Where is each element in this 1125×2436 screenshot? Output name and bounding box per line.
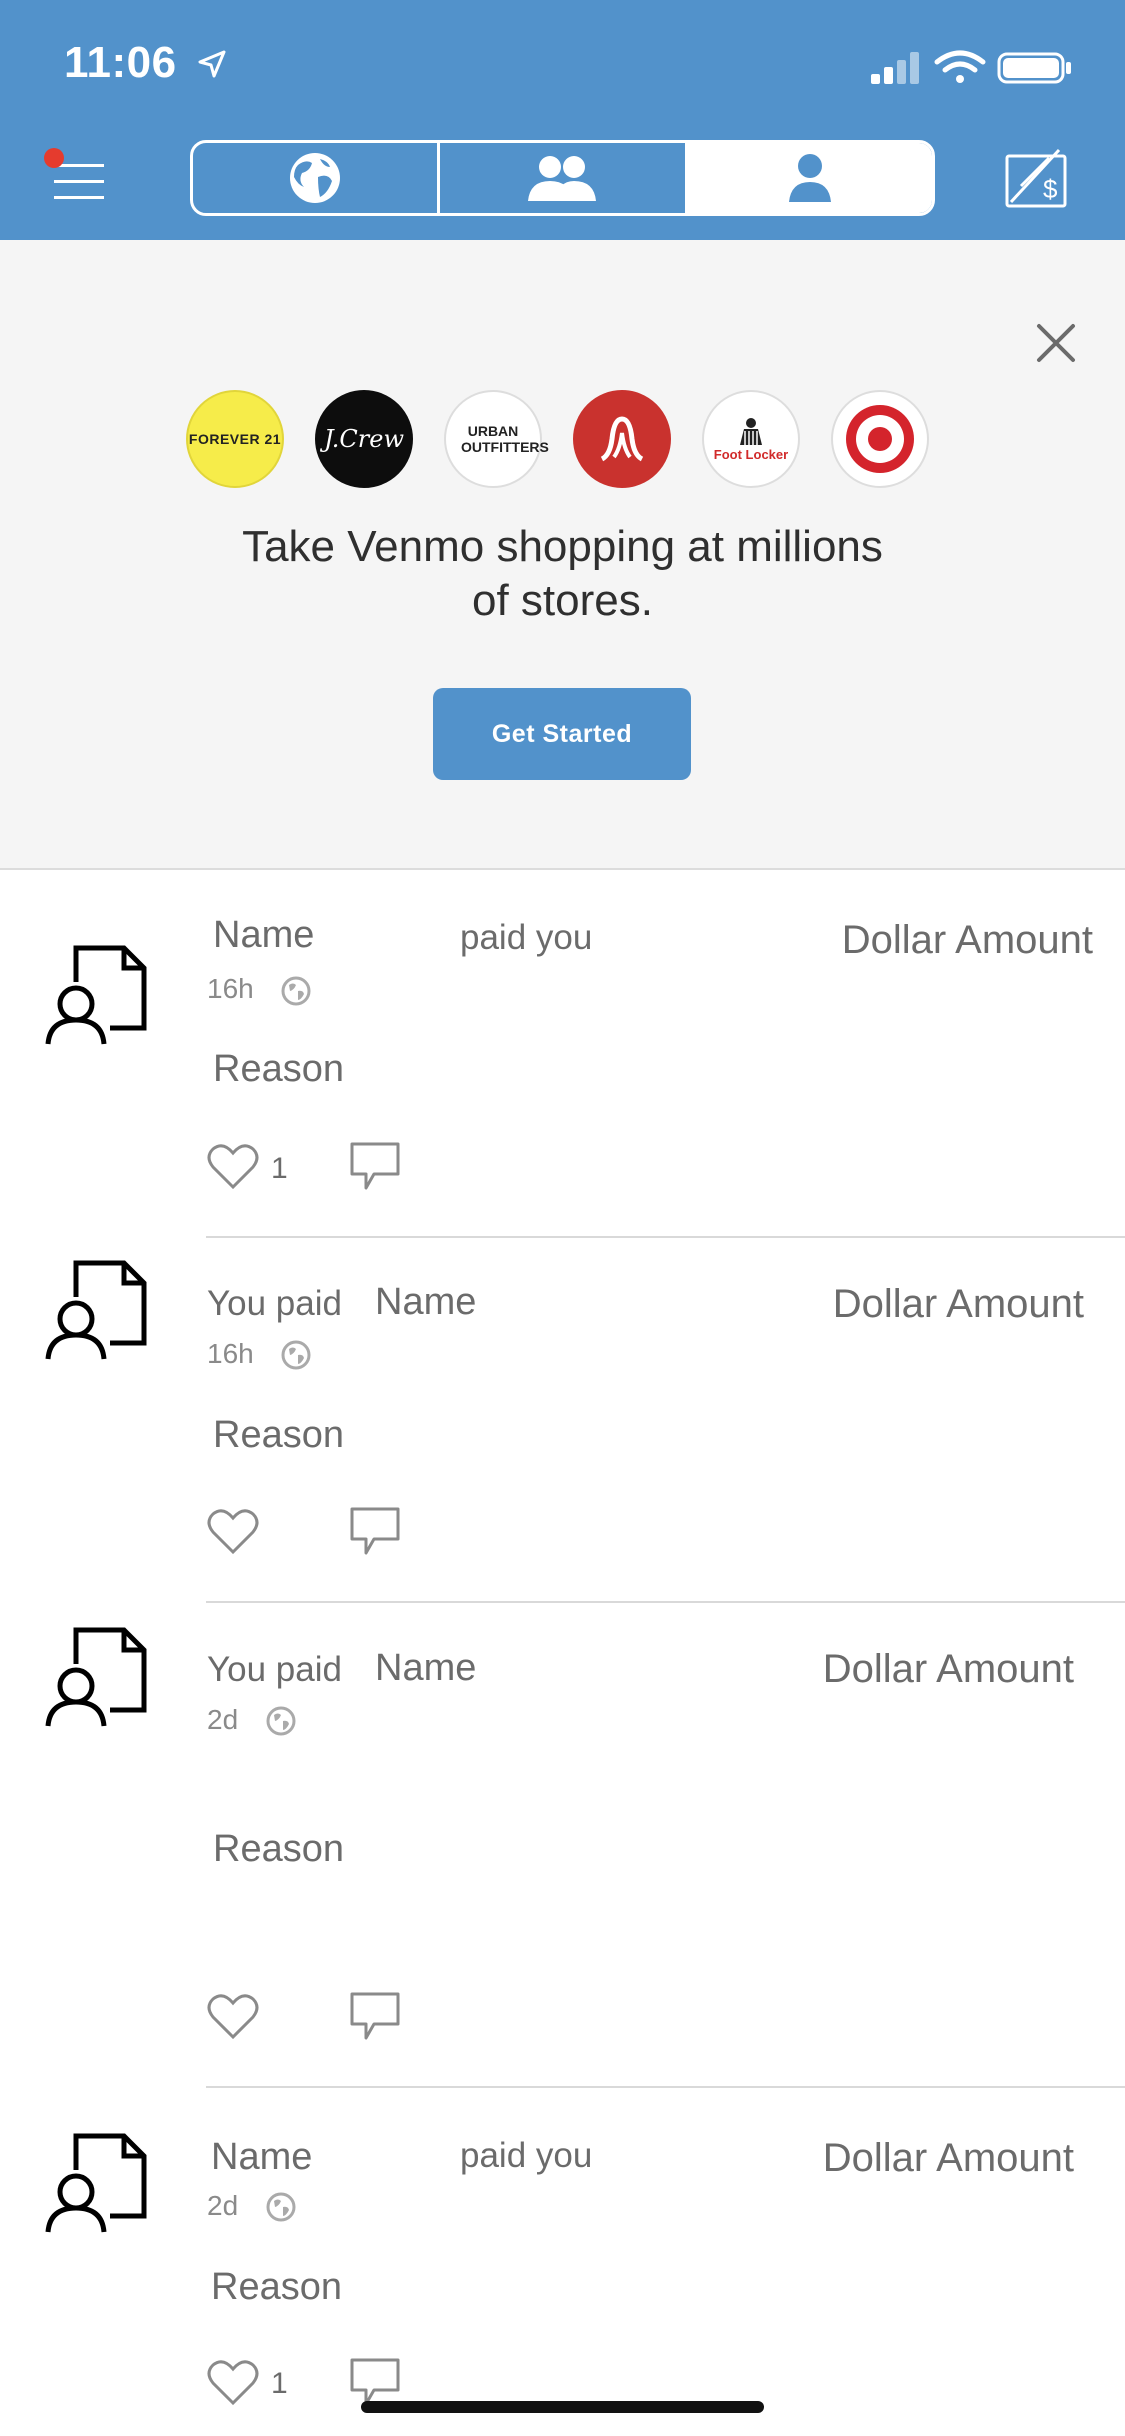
like-count: 1 — [271, 1152, 288, 1185]
svg-text:$: $ — [1043, 174, 1058, 204]
status-icons — [867, 48, 1077, 88]
cellular-signal-icon — [871, 52, 919, 84]
promo-headline-line1: Take Venmo shopping at millions — [242, 522, 883, 571]
status-time-text: 11:06 — [64, 38, 177, 87]
feed-divider — [206, 1236, 1125, 1238]
lululemon-icon — [573, 390, 671, 488]
battery-icon — [997, 52, 1071, 84]
jcrew-logo: J.Crew — [315, 390, 413, 488]
foot-locker-logo: Foot Locker — [702, 390, 800, 488]
dollar-amount: Dollar Amount — [841, 918, 1093, 962]
feed-divider — [206, 2086, 1125, 2088]
action-text: You paid — [207, 1284, 342, 1323]
action-text: You paid — [207, 1650, 342, 1689]
comment-icon[interactable] — [348, 1505, 402, 1557]
public-globe-icon — [281, 976, 311, 1006]
payment-reason: Reason — [211, 2266, 342, 2308]
recipient-name[interactable]: Name — [375, 1647, 476, 1690]
get-started-button[interactable]: Get Started — [433, 688, 691, 780]
top-bar: 11:06 $ — [0, 0, 1125, 240]
sender-name[interactable]: Name — [211, 2136, 312, 2179]
globe-icon — [290, 153, 341, 203]
avatar-placeholder-icon — [45, 2133, 147, 2233]
like-heart-icon[interactable] — [207, 1991, 259, 2041]
friends-icon — [528, 156, 597, 201]
tab-me[interactable] — [687, 143, 932, 213]
timestamp: 2d — [207, 2190, 239, 2221]
action-text: paid you — [460, 2136, 593, 2175]
dollar-amount: Dollar Amount — [822, 2136, 1074, 2180]
dollar-amount: Dollar Amount — [822, 1647, 1074, 1691]
home-indicator[interactable] — [361, 2401, 764, 2413]
promo-headline: Take Venmo shopping at millions of store… — [0, 520, 1125, 628]
close-icon — [1037, 324, 1075, 362]
avatar-placeholder-icon — [45, 1627, 147, 1727]
person-icon — [788, 154, 831, 202]
like-heart-icon[interactable] — [207, 2357, 259, 2407]
referee-icon — [740, 417, 762, 445]
comment-icon[interactable] — [348, 1140, 402, 1192]
public-globe-icon — [281, 1340, 311, 1370]
target-icon — [831, 390, 929, 488]
payment-reason: Reason — [213, 1828, 344, 1870]
like-heart-icon[interactable] — [207, 1141, 259, 1191]
recipient-name[interactable]: Name — [375, 1281, 476, 1324]
timestamp: 16h — [207, 1338, 254, 1369]
like-count: 1 — [271, 2367, 288, 2400]
avatar-placeholder-icon — [45, 1260, 147, 1360]
feed-segmented-control — [190, 140, 935, 216]
avatar-placeholder-icon — [45, 945, 147, 1045]
feed-divider — [206, 1601, 1125, 1603]
payment-reason: Reason — [213, 1414, 344, 1456]
timestamp: 16h — [207, 973, 254, 1004]
close-promo-button[interactable] — [1033, 320, 1079, 366]
status-time: 11:06 — [64, 38, 227, 90]
notification-dot — [44, 148, 64, 168]
pay-or-request-icon: $ — [1005, 148, 1067, 208]
store-logos: FOREVER 21 J.Crew URBAN OUTFITTERS Foot … — [186, 390, 941, 490]
wifi-icon — [934, 50, 986, 83]
tab-public[interactable] — [193, 143, 441, 213]
public-globe-icon — [266, 1706, 296, 1736]
action-text: paid you — [460, 918, 593, 957]
payment-reason: Reason — [213, 1048, 344, 1090]
public-globe-icon — [266, 2192, 296, 2222]
timestamp: 2d — [207, 1704, 239, 1735]
location-arrow-icon — [197, 40, 227, 90]
dollar-amount: Dollar Amount — [832, 1282, 1084, 1326]
shopping-promo-banner: FOREVER 21 J.Crew URBAN OUTFITTERS Foot … — [0, 240, 1125, 870]
urban-outfitters-logo: URBAN OUTFITTERS — [444, 390, 549, 488]
comment-icon[interactable] — [348, 1990, 402, 2042]
like-heart-icon[interactable] — [207, 1506, 259, 1556]
forever21-logo: FOREVER 21 — [186, 390, 284, 488]
sender-name[interactable]: Name — [213, 914, 314, 957]
tab-friends[interactable] — [440, 143, 688, 213]
pay-request-button[interactable]: $ — [1003, 146, 1069, 210]
promo-headline-line2: of stores. — [472, 576, 653, 625]
